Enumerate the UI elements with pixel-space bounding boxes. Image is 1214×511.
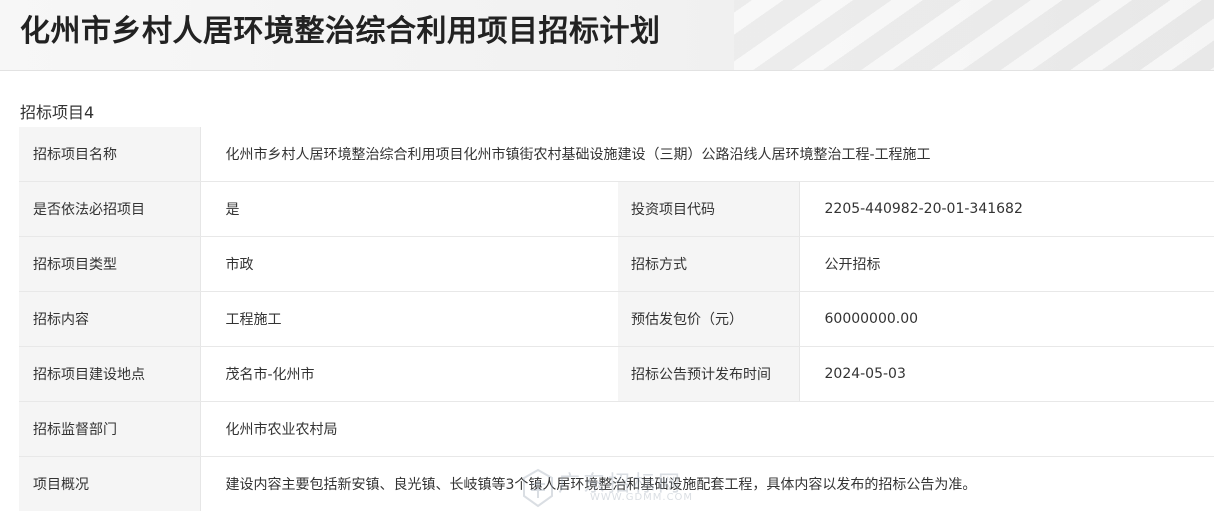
mandatory-value: 是 [200,182,618,237]
table-row: 招标项目建设地点 茂名市-化州市 招标公告预计发布时间 2024-05-03 [19,347,1214,402]
bid-info-table: 招标项目名称 化州市乡村人居环境整治综合利用项目化州市镇街农村基础设施建设（三期… [19,127,1214,511]
row-label-supervisor: 招标监督部门 [19,402,200,457]
row-label-bid-content: 招标内容 [19,292,200,347]
table-row: 招标监督部门 化州市农业农村局 [19,402,1214,457]
bid-method-value: 公开招标 [799,237,1214,292]
row-label-estimated-price: 预估发包价（元） [618,292,799,347]
row-label-investment-code: 投资项目代码 [618,182,799,237]
investment-code-value: 2205-440982-20-01-341682 [799,182,1214,237]
row-label-publish-time: 招标公告预计发布时间 [618,347,799,402]
row-label-project-name: 招标项目名称 [19,127,200,182]
bid-content-value: 工程施工 [200,292,618,347]
row-label-bid-method: 招标方式 [618,237,799,292]
table-row: 招标项目名称 化州市乡村人居环境整治综合利用项目化州市镇街农村基础设施建设（三期… [19,127,1214,182]
header-decoration [734,0,1214,71]
table-row: 是否依法必招项目 是 投资项目代码 2205-440982-20-01-3416… [19,182,1214,237]
section-label: 招标项目4 [20,102,94,124]
table-row: 项目概况 建设内容主要包括新安镇、良光镇、长岐镇等3个镇人居环境整治和基础设施配… [19,457,1214,511]
page-header: 化州市乡村人居环境整治综合利用项目招标计划 [0,0,1214,71]
estimated-price-value: 60000000.00 [799,292,1214,347]
supervisor-value: 化州市农业农村局 [200,402,1214,457]
row-label-project-type: 招标项目类型 [19,237,200,292]
row-label-location: 招标项目建设地点 [19,347,200,402]
page-title: 化州市乡村人居环境整治综合利用项目招标计划 [20,10,661,54]
row-label-mandatory: 是否依法必招项目 [19,182,200,237]
location-value: 茂名市-化州市 [200,347,618,402]
table-row: 招标内容 工程施工 预估发包价（元） 60000000.00 [19,292,1214,347]
row-label-overview: 项目概况 [19,457,200,511]
project-name-value: 化州市乡村人居环境整治综合利用项目化州市镇街农村基础设施建设（三期）公路沿线人居… [200,127,1214,182]
overview-value: 建设内容主要包括新安镇、良光镇、长岐镇等3个镇人居环境整治和基础设施配套工程，具… [200,457,1214,511]
publish-time-value: 2024-05-03 [799,347,1214,402]
project-type-value: 市政 [200,237,618,292]
table-row: 招标项目类型 市政 招标方式 公开招标 [19,237,1214,292]
